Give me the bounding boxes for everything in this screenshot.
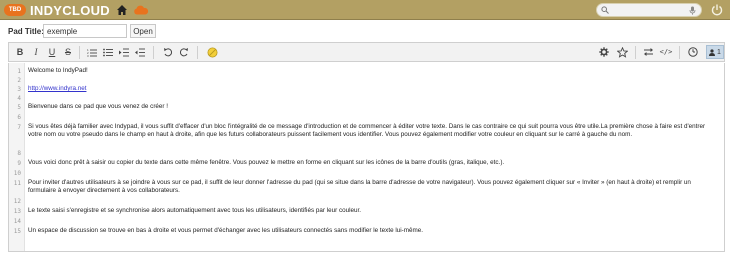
history-icon[interactable]: [686, 45, 700, 59]
editor-line[interactable]: Bienvenue dans ce pad que vous venez de …: [28, 103, 718, 111]
toolbar-separator: [153, 46, 154, 59]
line-number-gutter: 1 2 3 4 5 6 7 8 9 10 11 12 13 14 15: [9, 63, 25, 251]
pad-title-input[interactable]: [43, 24, 127, 38]
line-number: 11: [13, 180, 21, 187]
editor-toolbar: B I U S 123 </> 1: [8, 42, 725, 62]
line-number: 10: [13, 170, 21, 177]
search-input[interactable]: [611, 4, 687, 16]
line-number: 8: [17, 150, 21, 157]
pad-editor[interactable]: 1 2 3 4 5 6 7 8 9 10 11 12 13 14 15 Welc…: [8, 63, 725, 252]
logo-badge: TBD: [4, 4, 26, 16]
user-icon: [709, 48, 716, 56]
editor-line[interactable]: http://www.indyra.net: [28, 85, 718, 93]
search-icon: [601, 6, 609, 14]
app-logo[interactable]: TBD INDYCLOUD: [4, 2, 110, 18]
editor-line[interactable]: Pour inviter d'autres utilisateurs à se …: [28, 179, 718, 194]
users-button[interactable]: 1: [706, 45, 724, 59]
editor-line[interactable]: Vous voici donc prêt à saisir ou copier …: [28, 159, 718, 167]
underline-icon[interactable]: U: [45, 45, 59, 59]
editor-line[interactable]: Welcome to IndyPad!: [28, 67, 718, 75]
line-number: 14: [13, 218, 21, 225]
outdent-icon[interactable]: [133, 45, 147, 59]
line-number: 12: [13, 198, 21, 205]
line-number: 13: [13, 208, 21, 215]
pad-title-label: Pad Title:: [8, 27, 44, 36]
open-button[interactable]: Open: [130, 24, 156, 38]
users-count: 1: [717, 48, 721, 56]
toolbar-separator: [635, 46, 636, 59]
line-number: 7: [17, 124, 21, 131]
import-export-icon[interactable]: [641, 45, 655, 59]
website-link[interactable]: http://www.indyra.net: [28, 85, 86, 92]
line-number: 9: [17, 160, 21, 167]
line-number: 6: [17, 114, 21, 121]
redo-icon[interactable]: [177, 45, 191, 59]
star-icon[interactable]: [615, 45, 629, 59]
ordered-list-icon[interactable]: 123: [85, 45, 99, 59]
toolbar-separator: [679, 46, 680, 59]
editor-line[interactable]: Un espace de discussion se trouve en bas…: [28, 227, 718, 235]
toolbar-separator: [197, 46, 198, 59]
home-icon[interactable]: [116, 4, 128, 16]
toolbar-separator: [79, 46, 80, 59]
unordered-list-icon[interactable]: [101, 45, 115, 59]
line-number: 4: [17, 95, 21, 102]
search-box[interactable]: [596, 3, 702, 17]
editor-line[interactable]: Si vous êtes déjà familier avec Indypad,…: [28, 123, 718, 138]
embed-icon[interactable]: </>: [659, 45, 673, 59]
power-icon[interactable]: [710, 3, 724, 17]
clear-authorship-icon[interactable]: [205, 45, 219, 59]
cloud-icon[interactable]: [133, 5, 149, 15]
line-number: 5: [17, 104, 21, 111]
line-number: 2: [17, 77, 21, 84]
italic-icon[interactable]: I: [29, 45, 43, 59]
line-number: 3: [17, 86, 21, 93]
undo-icon[interactable]: [161, 45, 175, 59]
indent-icon[interactable]: [117, 45, 131, 59]
settings-icon[interactable]: [597, 45, 611, 59]
microphone-icon[interactable]: [689, 6, 696, 15]
line-number: 1: [17, 68, 21, 75]
top-bar: TBD INDYCLOUD: [0, 0, 730, 20]
strikethrough-icon[interactable]: S: [61, 45, 75, 59]
line-number: 15: [13, 228, 21, 235]
svg-text:3: 3: [87, 54, 89, 57]
editor-line[interactable]: Le texte saisi s'enregistre et se synchr…: [28, 207, 718, 215]
bold-icon[interactable]: B: [13, 45, 27, 59]
pad-title-bar: Pad Title: Open: [0, 21, 730, 41]
logo-text: INDYCLOUD: [30, 2, 110, 18]
